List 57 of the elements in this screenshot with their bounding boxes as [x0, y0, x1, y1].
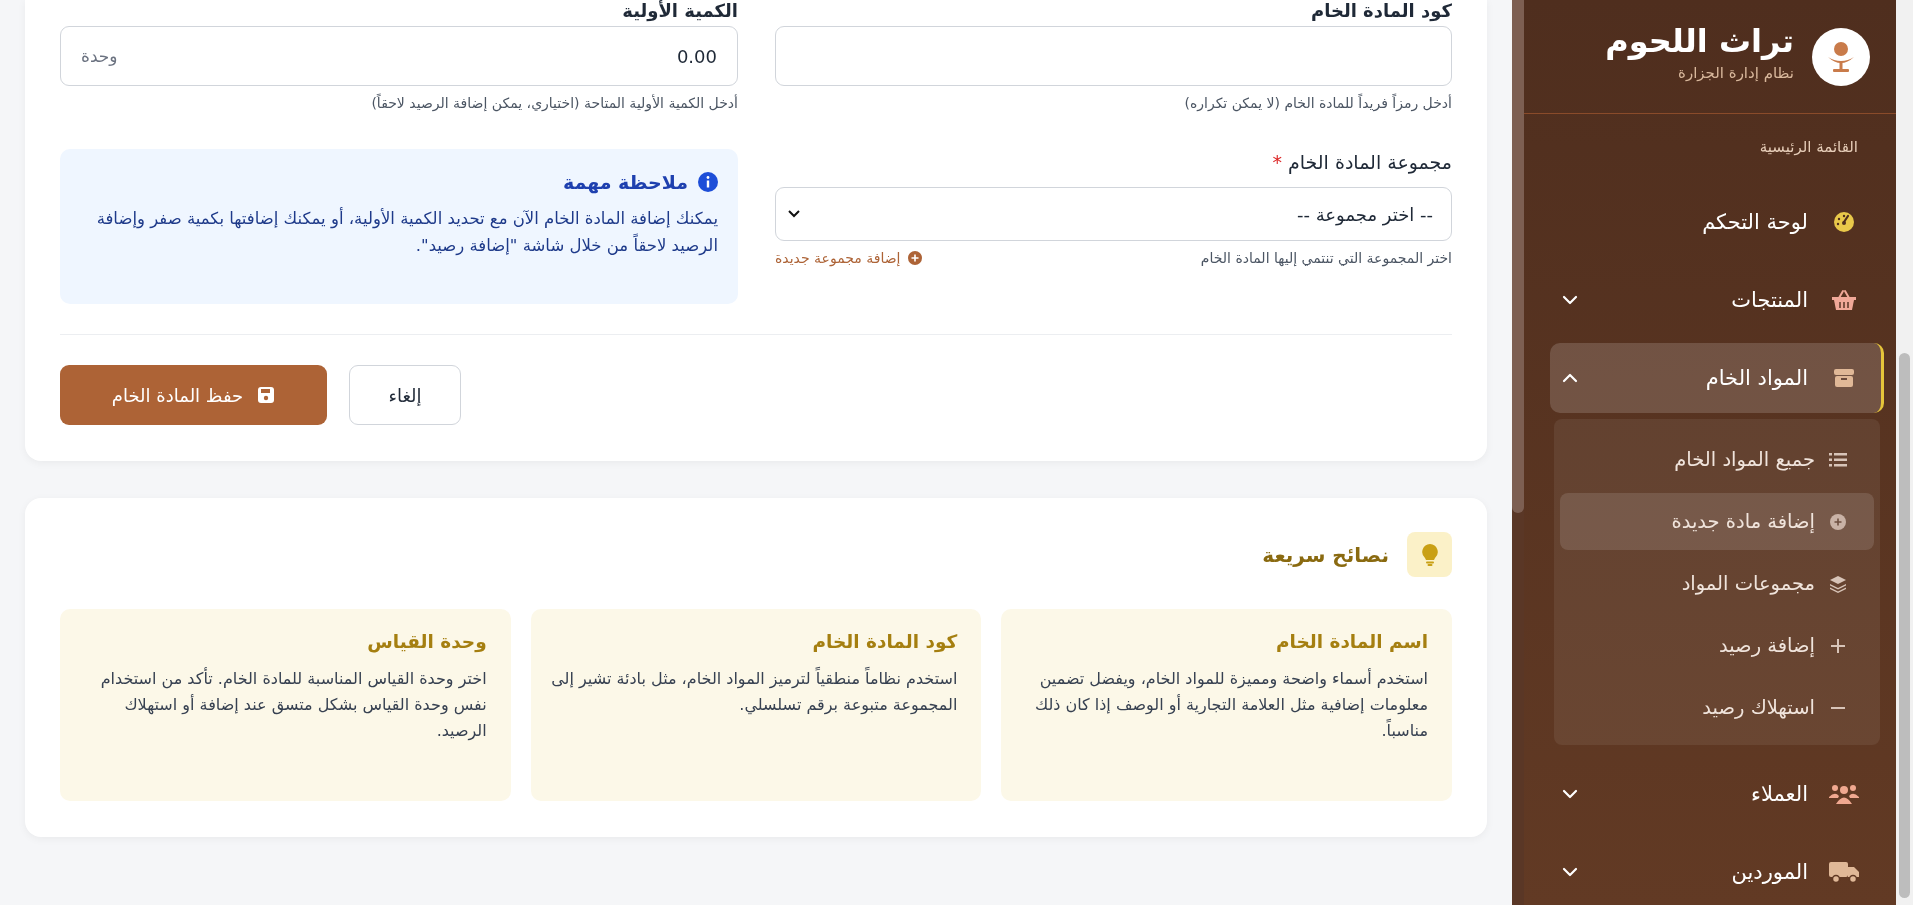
select-field[interactable]: -- اختر مجموعة --	[775, 187, 1452, 241]
unit-label: وحدة	[81, 46, 118, 66]
chevron-down-icon	[788, 210, 800, 218]
cancel-button[interactable]: إلغاء	[349, 365, 461, 425]
tip-text: استخدم نظاماً منطقياً لترميز المواد الخام، مثل بادئة تشير إلى المجموعة متبوعة برقم تسلسلي.	[550, 666, 958, 717]
submenu-item[interactable]: إضافة مادة جديدة	[1560, 493, 1874, 550]
sidebar-item[interactable]: المواد الخام	[1550, 343, 1884, 413]
list-icon	[1829, 452, 1847, 467]
app-title: تراث اللحوم	[1605, 22, 1794, 60]
submenu-item[interactable]: مجموعات المواد	[1560, 555, 1874, 612]
sidebar-item[interactable]: الموردين	[1550, 837, 1884, 905]
tip-title: كود المادة الخام	[811, 631, 958, 652]
submenu-item[interactable]: استهلاك رصيد	[1560, 679, 1874, 736]
chevron-down-icon[interactable]	[1562, 295, 1578, 305]
users-icon	[1829, 783, 1859, 805]
layers-icon	[1829, 574, 1847, 593]
save-icon	[257, 386, 276, 404]
plus-circle-icon	[1829, 512, 1847, 531]
box-icon	[1833, 368, 1855, 388]
help-text: اختر المجموعة التي تنتمي إليها المادة الخام	[1200, 250, 1452, 266]
tip-text: اختر وحدة القياس المناسبة للمادة الخام. تأكد من استخدام نفس وحدة القياس بشكل متسق عند إضافة أو استهلاك الرصيد.	[99, 666, 487, 743]
minus-icon	[1830, 705, 1846, 710]
sidebar-item[interactable]: لوحة التحكم	[1550, 187, 1884, 257]
input-field[interactable]	[775, 26, 1452, 86]
lightbulb-icon	[1421, 543, 1438, 566]
plus-icon	[1830, 637, 1846, 654]
submenu-item[interactable]: جميع المواد الخام	[1560, 431, 1874, 488]
field-value: 0.00	[676, 45, 717, 67]
field-label: مجموعة المادة الخام	[1288, 151, 1452, 176]
section-label: القائمة الرئيسية	[1758, 137, 1859, 158]
scrollbar-thumb[interactable]	[1899, 353, 1910, 898]
field-label: كود المادة الخام	[1310, 0, 1452, 24]
tip-title: اسم المادة الخام	[1274, 631, 1428, 652]
tip-title: وحدة القياس	[366, 631, 487, 652]
help-text: أدخل الكمية الأولية المتاحة (اختياري، يمكن إضافة الرصيد لاحقاً)	[370, 95, 738, 111]
info-icon	[698, 172, 718, 192]
sidebar-item[interactable]: المنتجات	[1550, 265, 1884, 335]
scrollbar-thumb[interactable]	[1512, 0, 1524, 513]
gauge-icon	[1833, 211, 1855, 233]
save-button[interactable]: حفظ المادة الخام	[60, 365, 327, 425]
note-text: يمكنك إضافة المادة الخام الآن مع تحديد الكمية الأولية، أو يمكنك إضافتها بكمية صفر وإضافة الرصيد لاحقاً من خلال شاشة "إضافة رصيد".	[95, 206, 718, 258]
truck-icon	[1828, 861, 1860, 883]
add-group-link[interactable]: إضافة مجموعة جديدة	[775, 250, 923, 266]
basket-icon	[1831, 289, 1857, 311]
plus-circle-icon	[908, 251, 923, 265]
required-mark: *	[1272, 151, 1282, 175]
app-subtitle: نظام إدارة الجزارة	[1677, 64, 1794, 82]
chevron-down-icon[interactable]	[1562, 867, 1578, 877]
field-label: الكمية الأولية	[621, 0, 738, 24]
tip-text: استخدم أسماء واضحة ومميزة للمواد الخام، ويفضل تضمين معلومات إضافية مثل العلامة التجارية أو الوصف إذا كان ذلك مناسباً.	[1033, 667, 1428, 742]
section-title: نصائح سريعة	[1262, 542, 1389, 567]
note-title: ملاحظة مهمة	[562, 171, 688, 193]
submenu-item[interactable]: إضافة رصيد	[1560, 617, 1874, 674]
chevron-up-icon[interactable]	[1562, 373, 1578, 383]
help-text: أدخل رمزاً فريداً للمادة الخام (لا يمكن تكراره)	[1183, 95, 1452, 111]
sidebar-item[interactable]: العملاء	[1550, 759, 1884, 829]
chevron-down-icon[interactable]	[1562, 789, 1578, 799]
